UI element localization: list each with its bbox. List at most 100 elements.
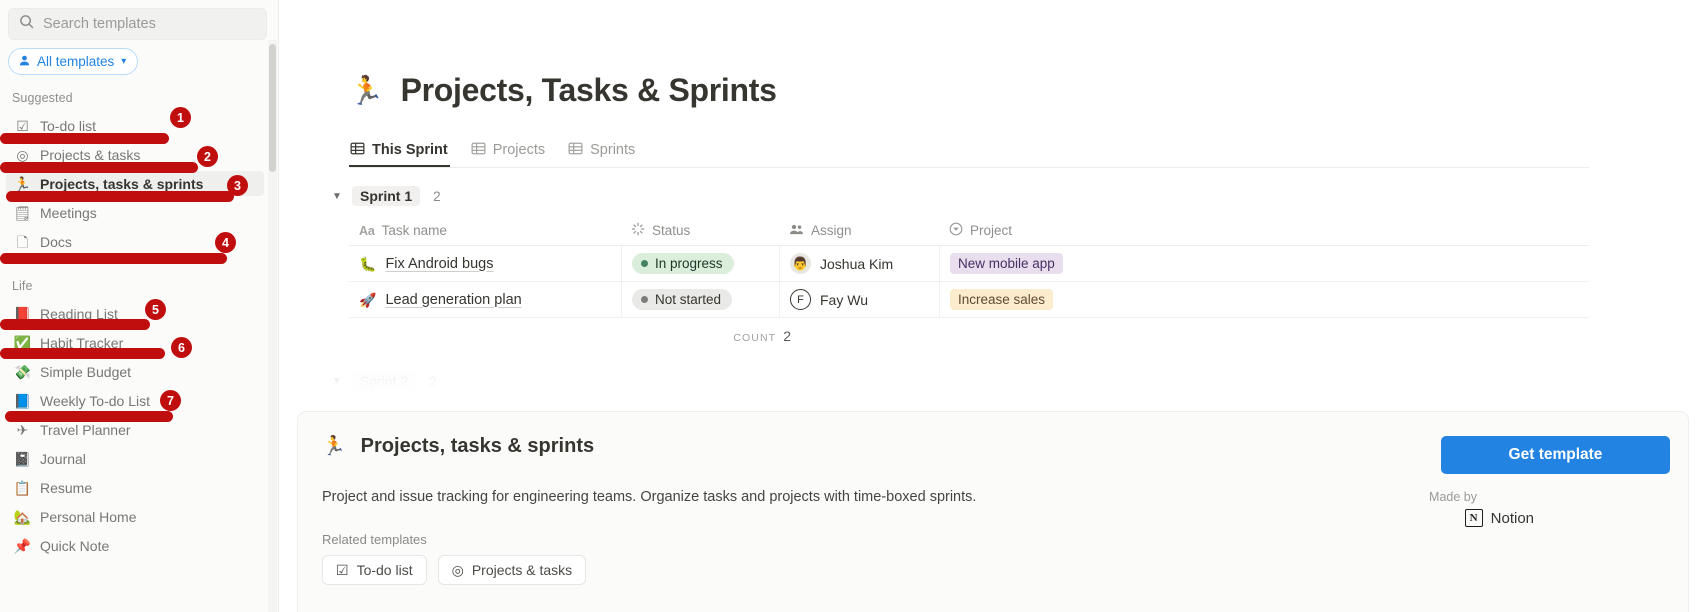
- group-name: Sprint 1: [352, 186, 421, 206]
- column-header-task-name[interactable]: Aa Task name: [349, 216, 621, 245]
- sidebar-item-projects-tasks-and-sprints[interactable]: 🏃 Projects, tasks & sprints: [6, 171, 264, 196]
- target-icon: ◎: [451, 561, 464, 578]
- search-input-placeholder[interactable]: Search templates: [43, 17, 156, 32]
- notebook-icon: 📓: [13, 450, 32, 467]
- sidebar-item-label: To-do list: [40, 117, 97, 134]
- tab-sprints[interactable]: Sprints: [567, 135, 637, 167]
- sidebar-item-resume[interactable]: 📋 Resume: [6, 475, 264, 500]
- status-dot-icon: [641, 296, 648, 303]
- text-type-icon: Aa: [359, 223, 375, 238]
- clipboard-icon: 📋: [13, 479, 32, 496]
- group-header-sprint-1[interactable]: ▼ Sprint 1 2: [331, 186, 441, 206]
- cell-task-name[interactable]: 🚀 Lead generation plan: [349, 282, 621, 317]
- cell-status[interactable]: Not started: [621, 282, 779, 317]
- cell-assign[interactable]: 👨 Joshua Kim: [779, 246, 939, 281]
- fade-overlay: [279, 352, 1704, 414]
- table-icon: [568, 141, 583, 160]
- project-tag[interactable]: New mobile app: [950, 253, 1063, 274]
- tab-projects[interactable]: Projects: [470, 135, 547, 167]
- sidebar-item-projects-and-tasks[interactable]: ◎ Projects & tasks: [6, 142, 264, 167]
- cell-task-name[interactable]: 🐛 Fix Android bugs: [349, 246, 621, 281]
- sidebar-item-to-do-list[interactable]: ☑ To-do list: [6, 113, 264, 138]
- sidebar-item-label: Habit Tracker: [40, 334, 124, 351]
- tab-this-sprint[interactable]: This Sprint: [349, 135, 450, 167]
- sidebar-item-meetings[interactable]: 🗒 Meetings: [6, 200, 264, 225]
- related-template-label: Projects & tasks: [471, 562, 573, 578]
- collapse-caret-icon[interactable]: ▼: [331, 191, 343, 202]
- tab-label: Projects: [492, 142, 546, 158]
- sidebar-item-weekly-to-do-list[interactable]: 📘 Weekly To-do List: [6, 388, 264, 413]
- group-footer-count[interactable]: COUNT 2: [349, 328, 791, 344]
- author-name: Notion: [1490, 509, 1534, 527]
- group-count: 2: [433, 188, 441, 204]
- search-templates-box[interactable]: Search templates: [8, 8, 267, 40]
- column-header-status[interactable]: Status: [621, 216, 779, 245]
- checkbox-icon: ☑: [16, 117, 29, 134]
- avatar: 👨: [790, 253, 811, 274]
- tab-label: Sprints: [590, 142, 636, 158]
- sidebar-item-reading-list[interactable]: 📕 Reading List: [6, 301, 264, 326]
- count-label: COUNT: [733, 332, 777, 344]
- blue-book-icon: 📘: [13, 392, 32, 409]
- tab-label: This Sprint: [372, 142, 448, 158]
- status-badge[interactable]: Not started: [632, 289, 733, 310]
- group-header-sprint-2[interactable]: ▼ Sprint 2 2: [331, 371, 437, 391]
- chevron-down-icon: ▾: [121, 55, 127, 67]
- sidebar-item-label: Journal: [40, 450, 86, 467]
- sidebar-item-quick-note[interactable]: 📌 Quick Note: [6, 533, 264, 558]
- sidebar-item-label: Projects & tasks: [40, 146, 141, 163]
- task-name-link[interactable]: Fix Android bugs: [385, 256, 493, 272]
- cell-status[interactable]: In progress: [621, 246, 779, 281]
- status-badge[interactable]: In progress: [632, 253, 734, 274]
- runner-icon: 🏃: [322, 436, 346, 457]
- table-header-row: Aa Task name Status Assign Project: [349, 216, 1589, 246]
- sidebar: Search templates All templates ▾ Suggest…: [0, 0, 279, 612]
- airplane-icon: ✈: [16, 421, 29, 438]
- money-icon: 💸: [13, 363, 32, 380]
- sidebar-item-label: Quick Note: [40, 537, 110, 554]
- project-tag[interactable]: Increase sales: [950, 289, 1054, 310]
- card-description: Project and issue tracking for engineeri…: [322, 489, 977, 505]
- all-templates-filter[interactable]: All templates ▾: [8, 48, 139, 75]
- sidebar-item-personal-home[interactable]: 🏡 Personal Home: [6, 504, 264, 529]
- spinner-icon: [631, 222, 645, 239]
- template-author[interactable]: N Notion: [1464, 509, 1534, 527]
- get-template-button[interactable]: Get template: [1441, 436, 1670, 474]
- column-header-project[interactable]: Project: [939, 216, 1239, 245]
- target-icon: [949, 222, 963, 239]
- sidebar-scrollbar-thumb[interactable]: [269, 44, 276, 172]
- related-template-projects-and-tasks[interactable]: ◎ Projects & tasks: [437, 555, 587, 585]
- sidebar-item-docs[interactable]: 🗋 Docs: [6, 229, 264, 254]
- status-dot-icon: [641, 260, 648, 267]
- table-row[interactable]: 🐛 Fix Android bugs In progress 👨 Joshua …: [349, 246, 1589, 282]
- column-label: Project: [970, 223, 1013, 238]
- table-icon: [471, 141, 486, 160]
- count-value: 2: [783, 328, 791, 344]
- view-tabs: This Sprint Projects Sprints: [349, 135, 1589, 168]
- table-row[interactable]: 🚀 Lead generation plan Not started F Fay…: [349, 282, 1589, 318]
- people-icon: [789, 222, 804, 240]
- task-name-link[interactable]: Lead generation plan: [385, 292, 521, 308]
- sidebar-item-label: Resume: [40, 479, 93, 496]
- related-template-to-do-list[interactable]: ☑ To-do list: [322, 555, 427, 585]
- pushpin-icon: 📌: [13, 537, 32, 554]
- group-count: 2: [429, 373, 437, 389]
- collapse-caret-icon[interactable]: ▼: [331, 376, 343, 387]
- avatar: F: [790, 289, 811, 310]
- sidebar-item-label: Personal Home: [40, 508, 137, 525]
- column-header-assign[interactable]: Assign: [779, 216, 939, 245]
- status-label: In progress: [655, 256, 723, 271]
- sidebar-item-label: Weekly To-do List: [40, 392, 150, 409]
- cell-project[interactable]: Increase sales: [939, 282, 1239, 317]
- sidebar-item-travel-planner[interactable]: ✈ Travel Planner: [6, 417, 264, 442]
- sidebar-item-label: Meetings: [40, 204, 97, 221]
- sidebar-item-journal[interactable]: 📓 Journal: [6, 446, 264, 471]
- template-info-card: 🏃 Projects, tasks & sprints Project and …: [297, 411, 1689, 612]
- cell-assign[interactable]: F Fay Wu: [779, 282, 939, 317]
- assignee-name: Joshua Kim: [820, 255, 894, 272]
- sidebar-item-habit-tracker[interactable]: ✅ Habit Tracker: [6, 330, 264, 355]
- cell-project[interactable]: New mobile app: [939, 246, 1239, 281]
- search-icon: [19, 14, 34, 34]
- column-label: Assign: [811, 223, 852, 238]
- sidebar-item-simple-budget[interactable]: 💸 Simple Budget: [6, 359, 264, 384]
